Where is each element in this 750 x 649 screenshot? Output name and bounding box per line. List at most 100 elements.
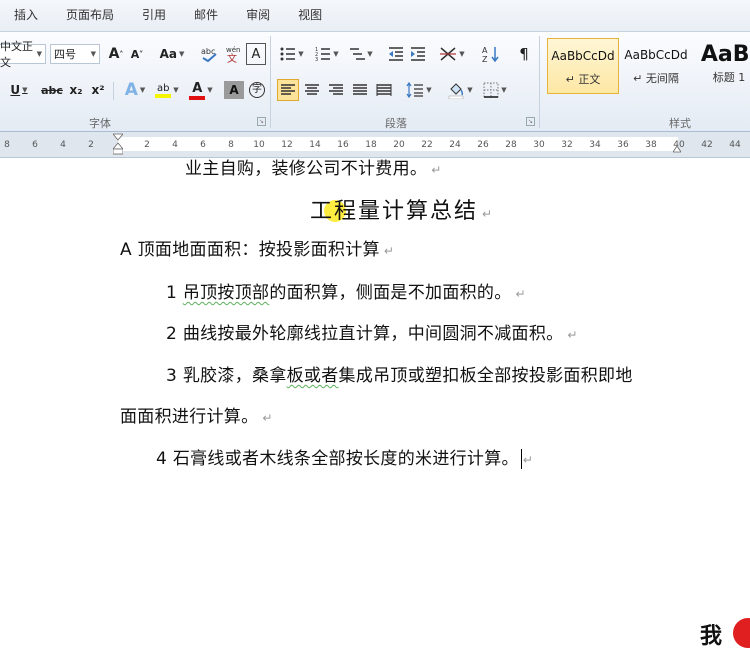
svg-text:文: 文 — [227, 52, 237, 63]
shading-button[interactable]: ▼ — [444, 79, 476, 101]
multilevel-list-button[interactable]: ▼ — [346, 43, 376, 65]
watermark-text: 我 — [700, 624, 723, 649]
chevron-down-icon: ▼ — [298, 50, 304, 58]
grow-font-button[interactable]: A ˄ — [106, 43, 126, 65]
borders-icon — [483, 82, 499, 98]
style-preview: AaBbCcDd — [551, 49, 615, 63]
chevron-down-icon: ▼ — [501, 86, 507, 94]
ruler-label: 28 — [505, 140, 517, 150]
tab-review[interactable]: 审阅 — [232, 0, 284, 31]
list-item-continuation: 面面积进行计算。 ↵ — [120, 407, 273, 427]
ruler-label: 4 — [172, 140, 178, 150]
align-left-button[interactable] — [277, 79, 299, 101]
style-no-spacing[interactable]: AaBbCcDd ↵ 无间隔 — [620, 38, 692, 94]
bullets-button[interactable]: ▼ — [278, 43, 306, 65]
ruler-label: 16 — [337, 140, 349, 150]
font-color-button[interactable]: A ▼ — [186, 79, 216, 101]
borders-button[interactable]: ▼ — [480, 79, 510, 101]
indent-marker-icon[interactable] — [113, 133, 123, 155]
ruler-label: 4 — [60, 140, 66, 150]
align-center-icon — [305, 84, 319, 95]
decrease-indent-button[interactable] — [386, 43, 406, 65]
shrink-font-icon: A — [130, 47, 140, 61]
ruler-label: 6 — [32, 140, 38, 150]
chevron-down-icon: ▼ — [173, 86, 179, 94]
document-page[interactable]: 业主自购，装修公司不计费用。 ↵ 工程量计算总结 ↵ A 顶面地面面积：按投影面积计… — [0, 158, 750, 649]
char-shading-icon: A — [229, 83, 239, 97]
spellcheck-icon: abc — [201, 47, 217, 63]
grow-font-icon: A — [108, 46, 120, 62]
ruler-label: 24 — [449, 140, 461, 150]
ruler-label: 20 — [393, 140, 405, 150]
change-case-button[interactable]: Aa ▼ — [158, 43, 186, 65]
char-border-button[interactable]: A — [246, 43, 266, 65]
bullets-icon — [280, 47, 296, 61]
font-size-combo[interactable]: 四号 ▼ — [50, 44, 100, 64]
increase-indent-icon — [411, 47, 425, 61]
align-right-button[interactable] — [325, 79, 347, 101]
line-spacing-button[interactable]: ▼ — [404, 79, 434, 101]
superscript-button[interactable]: x² — [88, 79, 108, 101]
ruler-label: 8 — [228, 140, 234, 150]
numbering-button[interactable]: 1 2 3 ▼ — [312, 43, 342, 65]
ruler-label: 38 — [645, 140, 657, 150]
svg-text:A: A — [482, 46, 488, 55]
enclose-char-button[interactable]: 字 — [246, 79, 268, 101]
ribbon-tabs: 插入 页面布局 引用 邮件 审阅 视图 — [0, 0, 750, 31]
font-name-combo[interactable]: 中文正文 ▼ — [0, 40, 46, 69]
text-caret — [520, 449, 522, 469]
justify-button[interactable] — [349, 79, 371, 101]
paragraph-dialog-launcher[interactable]: ↘ — [526, 117, 535, 126]
tab-insert[interactable]: 插入 — [0, 0, 52, 31]
font-size-value: 四号 — [54, 48, 76, 61]
underline-button[interactable]: U ▼ — [8, 79, 30, 101]
list-item: 2 曲线按最外轮廓线拉直计算，中间圆洞不减面积。 ↵ — [166, 324, 578, 344]
ruler-label: 8 — [4, 140, 10, 150]
subscript-button[interactable]: x₂ — [66, 79, 86, 101]
strikethrough-button[interactable]: abc — [40, 79, 64, 101]
font-dialog-launcher[interactable]: ↘ — [257, 117, 266, 126]
align-left-icon — [281, 84, 295, 95]
right-indent-marker-icon[interactable] — [673, 142, 681, 154]
paragraph-mark: ↵ — [522, 453, 534, 467]
paint-bucket-icon — [449, 83, 464, 99]
paragraph-mark: ↵ — [482, 207, 495, 221]
font-color-icon: A — [189, 81, 206, 100]
list-item: 4 石膏线或者木线条全部按长度的米进行计算。 ↵ — [156, 449, 534, 469]
list-item: 3 乳胶漆，桑拿板或者集成吊顶或塑扣板全部按投影面积即地 — [166, 366, 633, 386]
char-shading-button[interactable]: A — [224, 81, 244, 99]
increase-indent-button[interactable] — [408, 43, 428, 65]
paragraph-mark: ↵ — [262, 411, 273, 425]
text-effect-button[interactable]: A ▼ — [120, 79, 150, 101]
up-arrow-icon: ˄ — [119, 49, 124, 59]
align-center-button[interactable] — [301, 79, 323, 101]
style-name: ↵ 正文 — [565, 73, 601, 86]
tab-view[interactable]: 视图 — [284, 0, 336, 31]
tab-page-layout[interactable]: 页面布局 — [52, 0, 128, 31]
sort-button[interactable]: AZ — [480, 43, 502, 65]
phonetic-guide-button[interactable]: wén 文 — [222, 43, 244, 65]
svg-text:3: 3 — [315, 57, 318, 62]
tab-mailings[interactable]: 邮件 — [180, 0, 232, 31]
show-marks-button[interactable]: ¶ — [514, 43, 534, 65]
chevron-down-icon: ▼ — [36, 50, 42, 58]
paragraph-mark: ↵ — [431, 163, 442, 177]
group-divider — [270, 36, 271, 128]
chinese-layout-button[interactable]: ▼ — [438, 43, 466, 65]
group-divider — [539, 36, 540, 128]
distributed-button[interactable] — [373, 79, 395, 101]
font-name-value: 中文正文 — [0, 40, 33, 69]
ruler-label: 18 — [365, 140, 377, 150]
line-spacing-icon — [406, 82, 424, 98]
tab-references[interactable]: 引用 — [128, 0, 180, 31]
paragraph-mark: ↵ — [515, 287, 526, 301]
distributed-icon — [376, 84, 392, 96]
text-line: 业主自购，装修公司不计费用。 ↵ — [185, 159, 442, 179]
style-heading-1[interactable]: AaBl 标题 1 — [693, 38, 750, 94]
shrink-font-button[interactable]: A ˅ — [128, 43, 146, 65]
highlight-button[interactable]: ab ▼ — [152, 79, 182, 101]
spellcheck-button[interactable]: abc — [198, 43, 220, 65]
justify-icon — [353, 84, 367, 95]
sort-icon: AZ — [482, 46, 499, 63]
style-normal[interactable]: AaBbCcDd ↵ 正文 — [547, 38, 619, 94]
